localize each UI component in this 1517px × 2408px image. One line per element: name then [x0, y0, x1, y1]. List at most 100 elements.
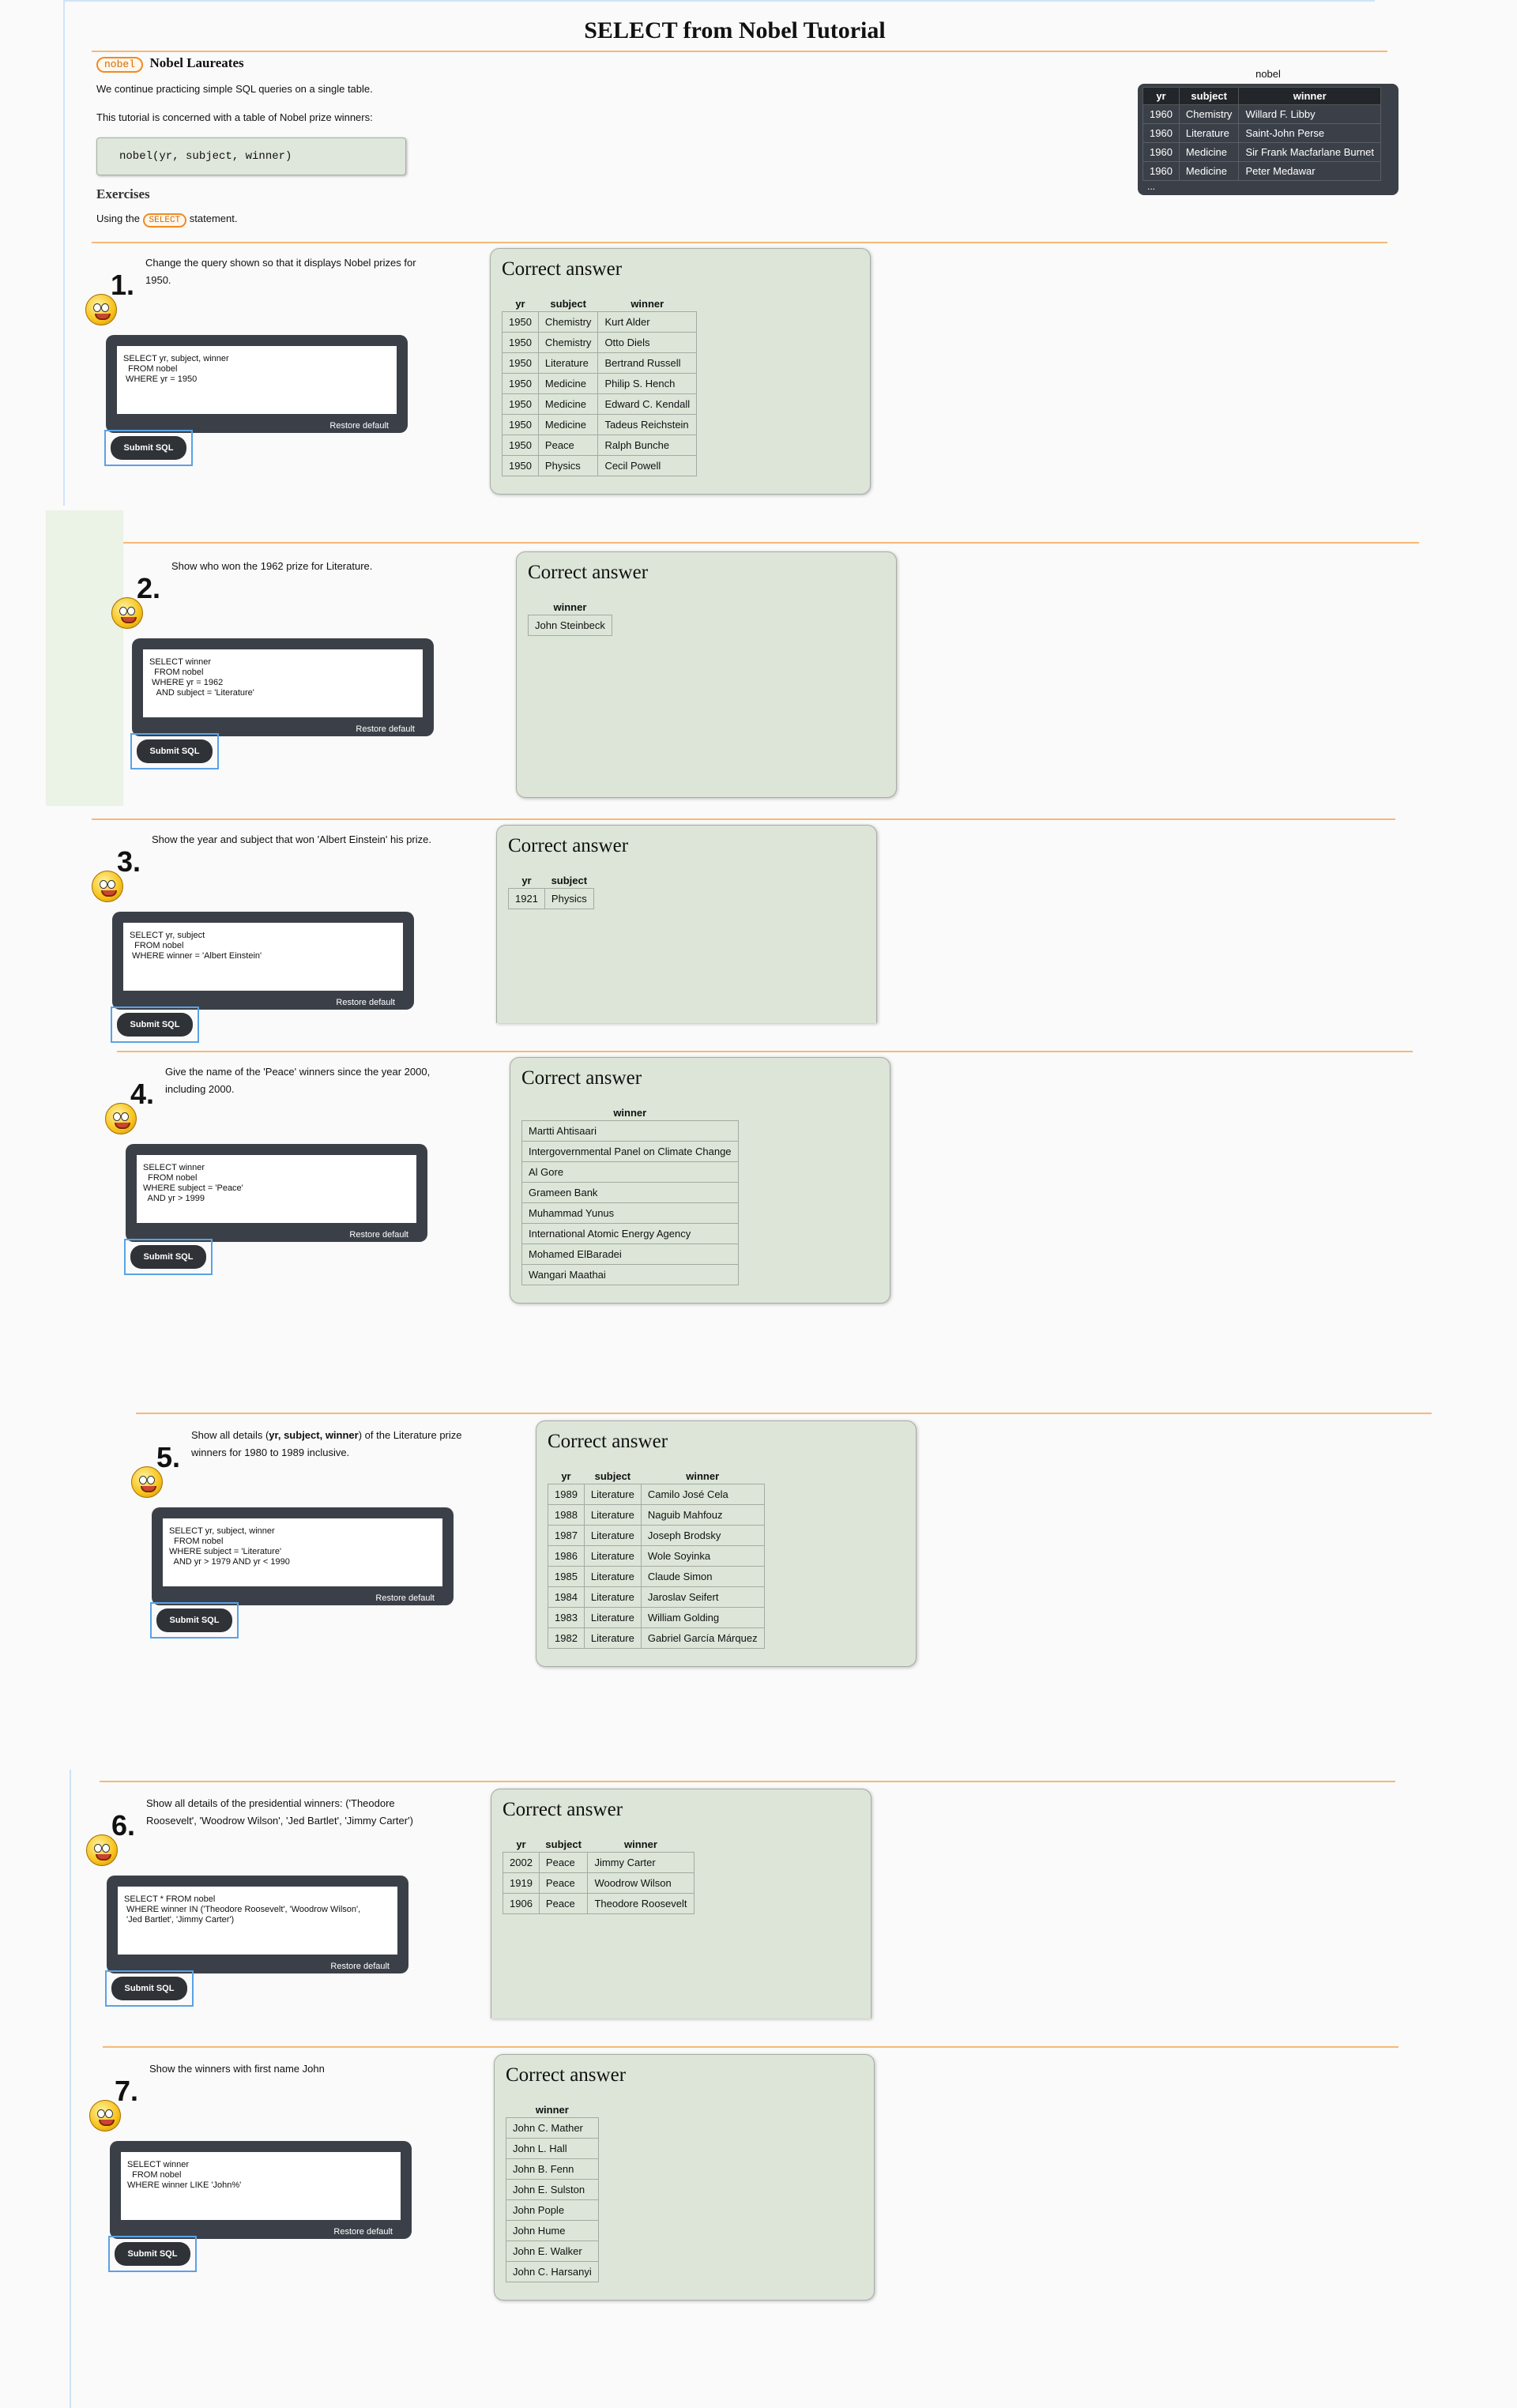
- exercise-number: 4.: [130, 1078, 155, 1110]
- table-row: John B. Fenn: [506, 2158, 599, 2180]
- restore-default-link[interactable]: Restore default: [330, 1962, 390, 1971]
- correct-answer-heading: Correct answer: [503, 1799, 623, 1820]
- column-header: winner: [613, 1107, 647, 1119]
- table-cell: John L. Hall: [506, 2138, 599, 2159]
- sql-input[interactable]: SELECT yr, subject, winner FROM nobel WH…: [163, 1518, 442, 1586]
- table-cell: Literature: [583, 1607, 642, 1628]
- table-cell: Literature: [583, 1627, 642, 1649]
- submit-sql-button[interactable]: Submit SQL: [124, 1239, 213, 1275]
- table-cell: Claude Simon: [640, 1566, 765, 1587]
- sql-input[interactable]: SELECT yr, subject, winner FROM nobel WH…: [117, 346, 397, 414]
- smiley-icon: [89, 2100, 121, 2131]
- correct-answer-heading: Correct answer: [548, 1431, 668, 1452]
- exercise-question: Show all details (yr, subject, winner) o…: [191, 1429, 462, 1458]
- table-cell: John Pople: [506, 2199, 599, 2221]
- table-row: 1986 Literature Wole Soyinka: [548, 1545, 765, 1567]
- divider: [103, 2046, 1398, 2048]
- table-cell: Physics: [537, 455, 599, 476]
- table-row: 1987 Literature Joseph Brodsky: [548, 1525, 765, 1546]
- column-header: winner: [686, 1470, 720, 1482]
- exercise-question: Show all details of the presidential win…: [146, 1797, 413, 1827]
- table-cell: 1983: [548, 1607, 585, 1628]
- answer-header-row: winner: [529, 600, 612, 615]
- table-row: Grameen Bank: [521, 1182, 739, 1203]
- table-row: 1950 Medicine Tadeus Reichstein: [502, 414, 698, 435]
- smiley-icon: [105, 1103, 137, 1134]
- sql-input[interactable]: SELECT yr, subject FROM nobel WHERE winn…: [123, 923, 403, 991]
- table-cell: 1921: [508, 888, 545, 909]
- preview-column-header: yr: [1142, 87, 1180, 105]
- frame-line: [63, 0, 65, 506]
- sql-input[interactable]: SELECT winner FROM nobel WHERE yr = 1962…: [143, 649, 423, 717]
- table-cell: 1960: [1142, 142, 1180, 162]
- table-cell: Peace: [537, 435, 599, 456]
- exercise-question: Show who won the 1962 prize for Literatu…: [171, 560, 373, 572]
- select-badge[interactable]: SELECT: [142, 213, 187, 228]
- exercises-heading: Exercises: [96, 186, 150, 201]
- preview-table: yr subject winner 1960 Chemistry Willard F. …: [1138, 84, 1398, 195]
- table-cell: 1984: [548, 1586, 585, 1608]
- exercise-number: 3.: [117, 845, 141, 878]
- table-row: 1984 Literature Jaroslav Seifert: [548, 1586, 765, 1608]
- correct-answer-panel: Correct answer winner John C. Mather John L…: [494, 2054, 875, 2301]
- sql-input[interactable]: SELECT winner FROM nobel WHERE subject =…: [137, 1155, 416, 1223]
- answer-table: yr subject 1921 Physics: [508, 873, 594, 909]
- table-cell: 1950: [502, 311, 539, 333]
- table-cell: Literature: [583, 1566, 642, 1587]
- submit-sql-button[interactable]: Submit SQL: [104, 430, 193, 466]
- submit-sql-label: Submit SQL: [137, 739, 213, 763]
- restore-default-link[interactable]: Restore default: [333, 2227, 393, 2237]
- sql-editor: SELECT yr, subject, winner FROM nobel WH…: [152, 1507, 454, 1605]
- smiley-icon: [92, 871, 123, 902]
- table-cell: Joseph Brodsky: [640, 1525, 765, 1546]
- table-cell: Ralph Bunche: [597, 435, 698, 456]
- table-row: John E. Sulston: [506, 2179, 599, 2200]
- submit-sql-button[interactable]: Submit SQL: [108, 2236, 197, 2272]
- submit-sql-button[interactable]: Submit SQL: [111, 1006, 199, 1043]
- table-badge[interactable]: nobel: [96, 57, 144, 73]
- question-emphasis: yr, subject, winner: [269, 1429, 359, 1441]
- preview-grid: yr subject winner 1960 Chemistry Willard F. …: [1142, 87, 1382, 181]
- frame-line: [70, 1770, 71, 2408]
- table-row: 1950 Chemistry Otto Diels: [502, 332, 698, 353]
- submit-sql-label: Submit SQL: [111, 1977, 187, 2000]
- exercise-number: 7.: [115, 2075, 139, 2107]
- table-cell: Mohamed ElBaradei: [521, 1244, 739, 1265]
- table-cell: 1985: [548, 1566, 585, 1587]
- column-header: yr: [515, 298, 525, 310]
- table-cell: Woodrow Wilson: [587, 1872, 695, 1894]
- exercise-question: Change the query shown so that it displa…: [145, 257, 416, 286]
- restore-default-link[interactable]: Restore default: [356, 724, 415, 734]
- table-row: 1919 Peace Woodrow Wilson: [503, 1872, 695, 1894]
- restore-default-link[interactable]: Restore default: [336, 998, 395, 1007]
- sql-editor: SELECT winner FROM nobel WHERE winner LI…: [110, 2141, 412, 2239]
- restore-default-link[interactable]: Restore default: [375, 1593, 435, 1603]
- answer-table: yr subject winner 1950 Chemistry Kurt Alder 19…: [502, 296, 698, 476]
- table-row: Muhammad Yunus: [521, 1202, 739, 1224]
- sql-input[interactable]: SELECT winner FROM nobel WHERE winner LI…: [121, 2152, 401, 2220]
- sql-editor: SELECT yr, subject FROM nobel WHERE winn…: [112, 912, 414, 1010]
- table-row: John L. Hall: [506, 2138, 599, 2159]
- table-cell: Willard F. Libby: [1238, 104, 1382, 124]
- table-row: 1921 Physics: [508, 888, 594, 909]
- sql-input[interactable]: SELECT * FROM nobel WHERE winner IN ('Th…: [118, 1887, 397, 1955]
- restore-default-link[interactable]: Restore default: [329, 421, 389, 431]
- submit-sql-button[interactable]: Submit SQL: [150, 1602, 239, 1639]
- correct-answer-panel: Correct answer yr subject winner 1989 Literat…: [536, 1420, 917, 1667]
- restore-default-link[interactable]: Restore default: [349, 1230, 408, 1240]
- submit-sql-button[interactable]: Submit SQL: [105, 1970, 194, 2007]
- preview-body: 1960 Chemistry Willard F. Libby 1960 Literat…: [1142, 104, 1382, 181]
- correct-answer-heading: Correct answer: [521, 1067, 642, 1089]
- correct-answer-heading: Correct answer: [502, 258, 623, 280]
- column-header: yr: [521, 875, 532, 886]
- table-cell: Sir Frank Macfarlane Burnet: [1238, 142, 1382, 162]
- submit-sql-label: Submit SQL: [156, 1608, 232, 1632]
- answer-header-row: winner: [506, 2102, 599, 2118]
- table-cell: Al Gore: [521, 1161, 739, 1183]
- answer-header-row: yr subject winner: [548, 1469, 765, 1484]
- column-header: winner: [631, 298, 664, 310]
- divider: [117, 1051, 1413, 1052]
- table-cell: Muhammad Yunus: [521, 1202, 739, 1224]
- smiley-icon: [86, 1834, 118, 1866]
- submit-sql-button[interactable]: Submit SQL: [130, 733, 219, 769]
